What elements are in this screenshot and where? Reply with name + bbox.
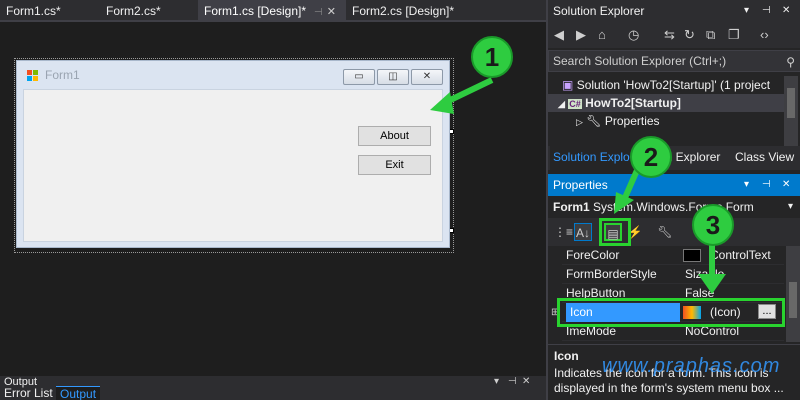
tab-form2-cs[interactable]: Form2.cs* <box>100 0 198 22</box>
pin-icon[interactable]: ⊣ <box>762 174 771 196</box>
solution-explorer-toolbar: ◀ ▶ ⌂ ◷ ⇆ ↻ ⧉ ❐ ‹› <box>548 22 800 48</box>
tab-label: Form1.cs* <box>6 4 61 18</box>
highlight-box-icon-row <box>557 298 785 327</box>
properties-toolbar: ⋮≡ A↓ ▤ ⚡ 🔧︎ <box>548 218 800 246</box>
step-badge-1: 1 <box>471 36 513 78</box>
winform-preview[interactable]: Form1 ▭ ◫ ✕ About Exit <box>16 60 450 248</box>
wrench-icon: 🔧︎ <box>586 114 602 128</box>
tree-item-project[interactable]: ◢ C# HowTo2[Startup] <box>548 94 784 112</box>
step-badge-3: 3 <box>692 204 734 246</box>
back-icon[interactable]: ◀ <box>554 27 564 43</box>
tree-item-label: Solution 'HowTo2[Startup]' (1 project <box>576 78 771 92</box>
pin-icon[interactable]: ⊣ <box>314 7 323 18</box>
history-icon[interactable]: ◷ <box>628 27 639 43</box>
close-icon[interactable]: ✕ <box>782 0 790 22</box>
tab-output[interactable]: Output <box>56 386 101 400</box>
home-icon[interactable]: ⌂ <box>598 27 606 42</box>
tab-class-view[interactable]: Class View <box>732 146 797 170</box>
document-tab-bar: Form1.cs* Form2.cs* Form1.cs [Design]* ⊣ ✕… <box>0 0 546 22</box>
categorized-icon[interactable]: ⋮≡ <box>554 223 573 241</box>
tree-item-solution[interactable]: ▣ Solution 'HowTo2[Startup]' (1 project <box>548 76 784 94</box>
tree-item-properties[interactable]: ▷ 🔧︎ Properties <box>548 112 784 130</box>
dropdown-icon[interactable]: ▾ <box>744 0 749 22</box>
properties-scrollbar[interactable] <box>786 246 800 342</box>
dropdown-icon[interactable]: ▾ <box>744 174 749 196</box>
watermark: www.praphas.com <box>602 355 781 377</box>
tab-error-list[interactable]: Error List <box>0 386 57 400</box>
pin-icon[interactable]: ⊣ <box>508 376 517 387</box>
tab-form1-cs[interactable]: Form1.cs* <box>0 0 100 22</box>
search-placeholder: Search Solution Explorer (Ctrl+;) <box>553 54 727 68</box>
minimize-icon[interactable]: ▭ <box>343 69 375 85</box>
expand-icon[interactable]: ◢ <box>558 99 565 109</box>
csharp-project-icon: C# <box>568 99 582 109</box>
panel-title: Solution Explorer <box>553 4 645 18</box>
dropdown-icon[interactable]: ▾ <box>494 376 499 387</box>
object-name: Form1 <box>553 200 590 214</box>
pin-icon[interactable]: ⊣ <box>762 0 771 22</box>
object-selector[interactable]: Form1 System.Windows.Forms.Form ▾ <box>548 196 800 218</box>
form-title: Form1 <box>45 68 80 82</box>
forward-icon[interactable]: ▶ <box>576 27 586 43</box>
close-icon[interactable]: ✕ <box>782 174 790 196</box>
tree-item-label: Properties <box>604 114 660 128</box>
tab-form1-design[interactable]: Form1.cs [Design]* ⊣ ✕ <box>198 0 346 22</box>
property-name: FormBorderStyle <box>566 267 657 281</box>
tab-label: Form2.cs* <box>106 4 161 18</box>
solution-icon: ▣ <box>562 78 574 92</box>
solution-search-input[interactable]: Search Solution Explorer (Ctrl+;) ⚲ <box>548 50 800 72</box>
property-pages-icon[interactable]: 🔧︎ <box>656 223 674 241</box>
right-tool-panels: Solution Explorer ▾ ⊣ ✕ ◀ ▶ ⌂ ◷ ⇆ ↻ ⧉ ❐ … <box>546 0 800 400</box>
step-badge-2: 2 <box>630 136 672 178</box>
property-row-forecolor[interactable]: ForeColor ControlText <box>562 246 784 265</box>
form-title-bar: Form1 ▭ ◫ ✕ <box>17 61 449 89</box>
search-icon: ⚲ <box>786 55 795 69</box>
form-client-area[interactable]: About Exit <box>23 89 443 242</box>
code-icon[interactable]: ‹› <box>760 27 769 42</box>
sync-icon[interactable]: ⇆ <box>664 27 675 43</box>
refresh-icon[interactable]: ↻ <box>684 27 695 43</box>
copy-icon[interactable]: ❐ <box>728 27 740 43</box>
chevron-down-icon[interactable]: ▾ <box>788 196 793 218</box>
close-icon[interactable]: ✕ <box>522 376 530 387</box>
collapsed-icon[interactable]: ▷ <box>576 117 583 127</box>
form-icon <box>27 70 39 81</box>
collapse-icon[interactable]: ⧉ <box>706 27 715 43</box>
tab-form2-design[interactable]: Form2.cs [Design]* <box>346 0 486 22</box>
highlight-box-properties-view <box>599 218 631 246</box>
explorer-tab-strip: Solution Explo... Team Explorer Class Vi… <box>548 146 800 170</box>
tree-item-label: HowTo2[Startup] <box>585 96 681 110</box>
alphabetical-icon[interactable]: A↓ <box>574 223 592 241</box>
design-surface[interactable]: Form1 ▭ ◫ ✕ About Exit 1 <box>0 22 546 376</box>
about-button[interactable]: About <box>358 126 431 146</box>
property-name: ForeColor <box>566 248 620 262</box>
solution-explorer-header: Solution Explorer ▾ ⊣ ✕ <box>548 0 800 22</box>
tab-label: Form1.cs [Design]* <box>204 4 307 18</box>
tree-scrollbar[interactable] <box>784 76 798 146</box>
close-icon[interactable]: ✕ <box>327 6 336 18</box>
tab-label: Form2.cs [Design]* <box>352 4 455 18</box>
exit-button[interactable]: Exit <box>358 155 431 175</box>
maximize-icon[interactable]: ◫ <box>377 69 409 85</box>
properties-header: Properties ▾ ⊣ ✕ <box>548 174 800 196</box>
property-row-formborderstyle[interactable]: FormBorderStyle Sizable <box>562 265 784 284</box>
